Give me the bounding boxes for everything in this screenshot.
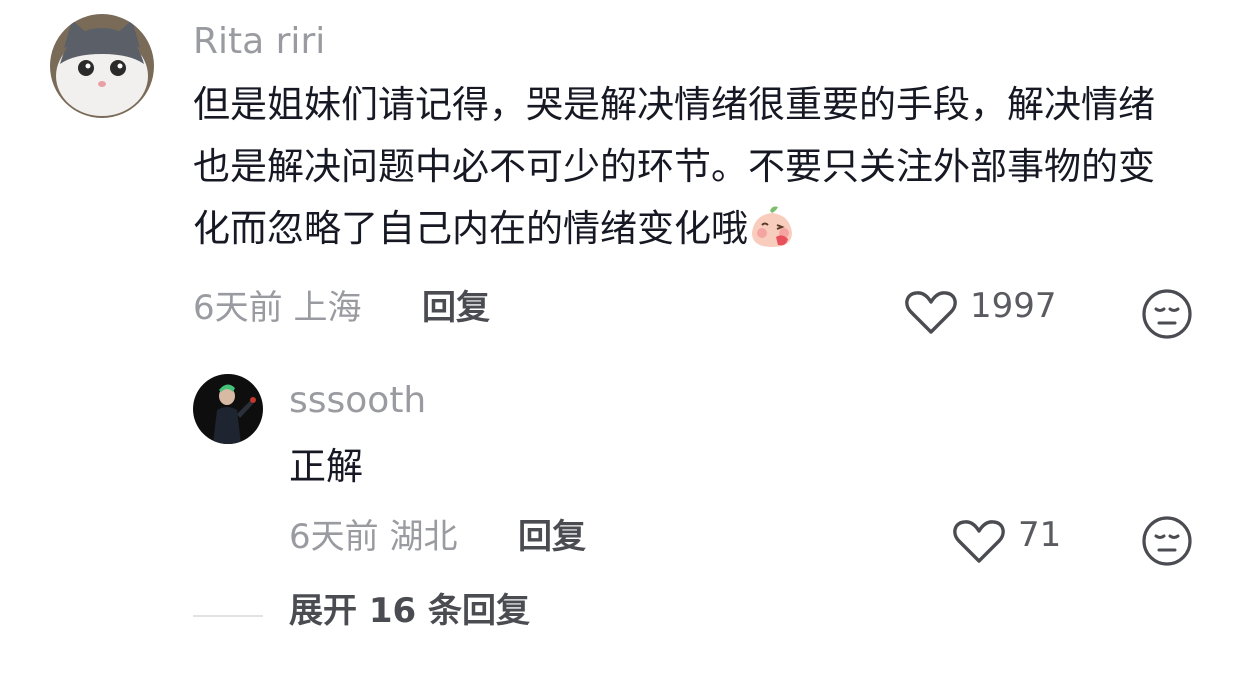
expand-replies-button[interactable]: 展开 16 条回复 bbox=[289, 591, 530, 631]
dislike-face-icon[interactable] bbox=[1141, 515, 1193, 567]
reply-like-button[interactable]: 71 bbox=[952, 515, 1072, 565]
reply-username[interactable]: sssooth bbox=[289, 381, 426, 421]
blushing-peach-emoji-icon bbox=[748, 203, 796, 249]
comment-time: 6天前 bbox=[193, 288, 283, 328]
comment-location: 上海 bbox=[293, 288, 362, 328]
like-count: 1997 bbox=[970, 286, 1057, 326]
like-button[interactable]: 1997 bbox=[904, 286, 1064, 336]
heart-icon bbox=[953, 520, 1005, 563]
heart-icon bbox=[905, 291, 957, 334]
cat-avatar-image bbox=[50, 14, 154, 118]
reply-like-count: 71 bbox=[1018, 515, 1062, 555]
comment-text: 但是姐妹们请记得，哭是解决情绪很重要的手段，解决情绪也是解决问题中必不可少的环节… bbox=[193, 74, 1183, 260]
reply-time: 6天前 bbox=[289, 517, 379, 557]
comment-meta: 6天前 上海 bbox=[193, 288, 361, 328]
reply-reply-button[interactable]: 回复 bbox=[518, 517, 586, 557]
comment-text-content: 但是姐妹们请记得，哭是解决情绪很重要的手段，解决情绪也是解决问题中必不可少的环节… bbox=[193, 83, 1155, 250]
person-avatar-image bbox=[193, 374, 263, 444]
comment-username[interactable]: Rita riri bbox=[193, 22, 325, 62]
reply-button[interactable]: 回复 bbox=[422, 288, 490, 328]
reply-text: 正解 bbox=[289, 445, 363, 488]
reply-location: 湖北 bbox=[389, 517, 458, 557]
reply-avatar[interactable] bbox=[193, 374, 263, 444]
dislike-face-icon[interactable] bbox=[1141, 288, 1193, 340]
reply-meta: 6天前 湖北 bbox=[289, 517, 457, 557]
avatar[interactable] bbox=[50, 14, 154, 118]
expand-divider bbox=[193, 615, 263, 617]
